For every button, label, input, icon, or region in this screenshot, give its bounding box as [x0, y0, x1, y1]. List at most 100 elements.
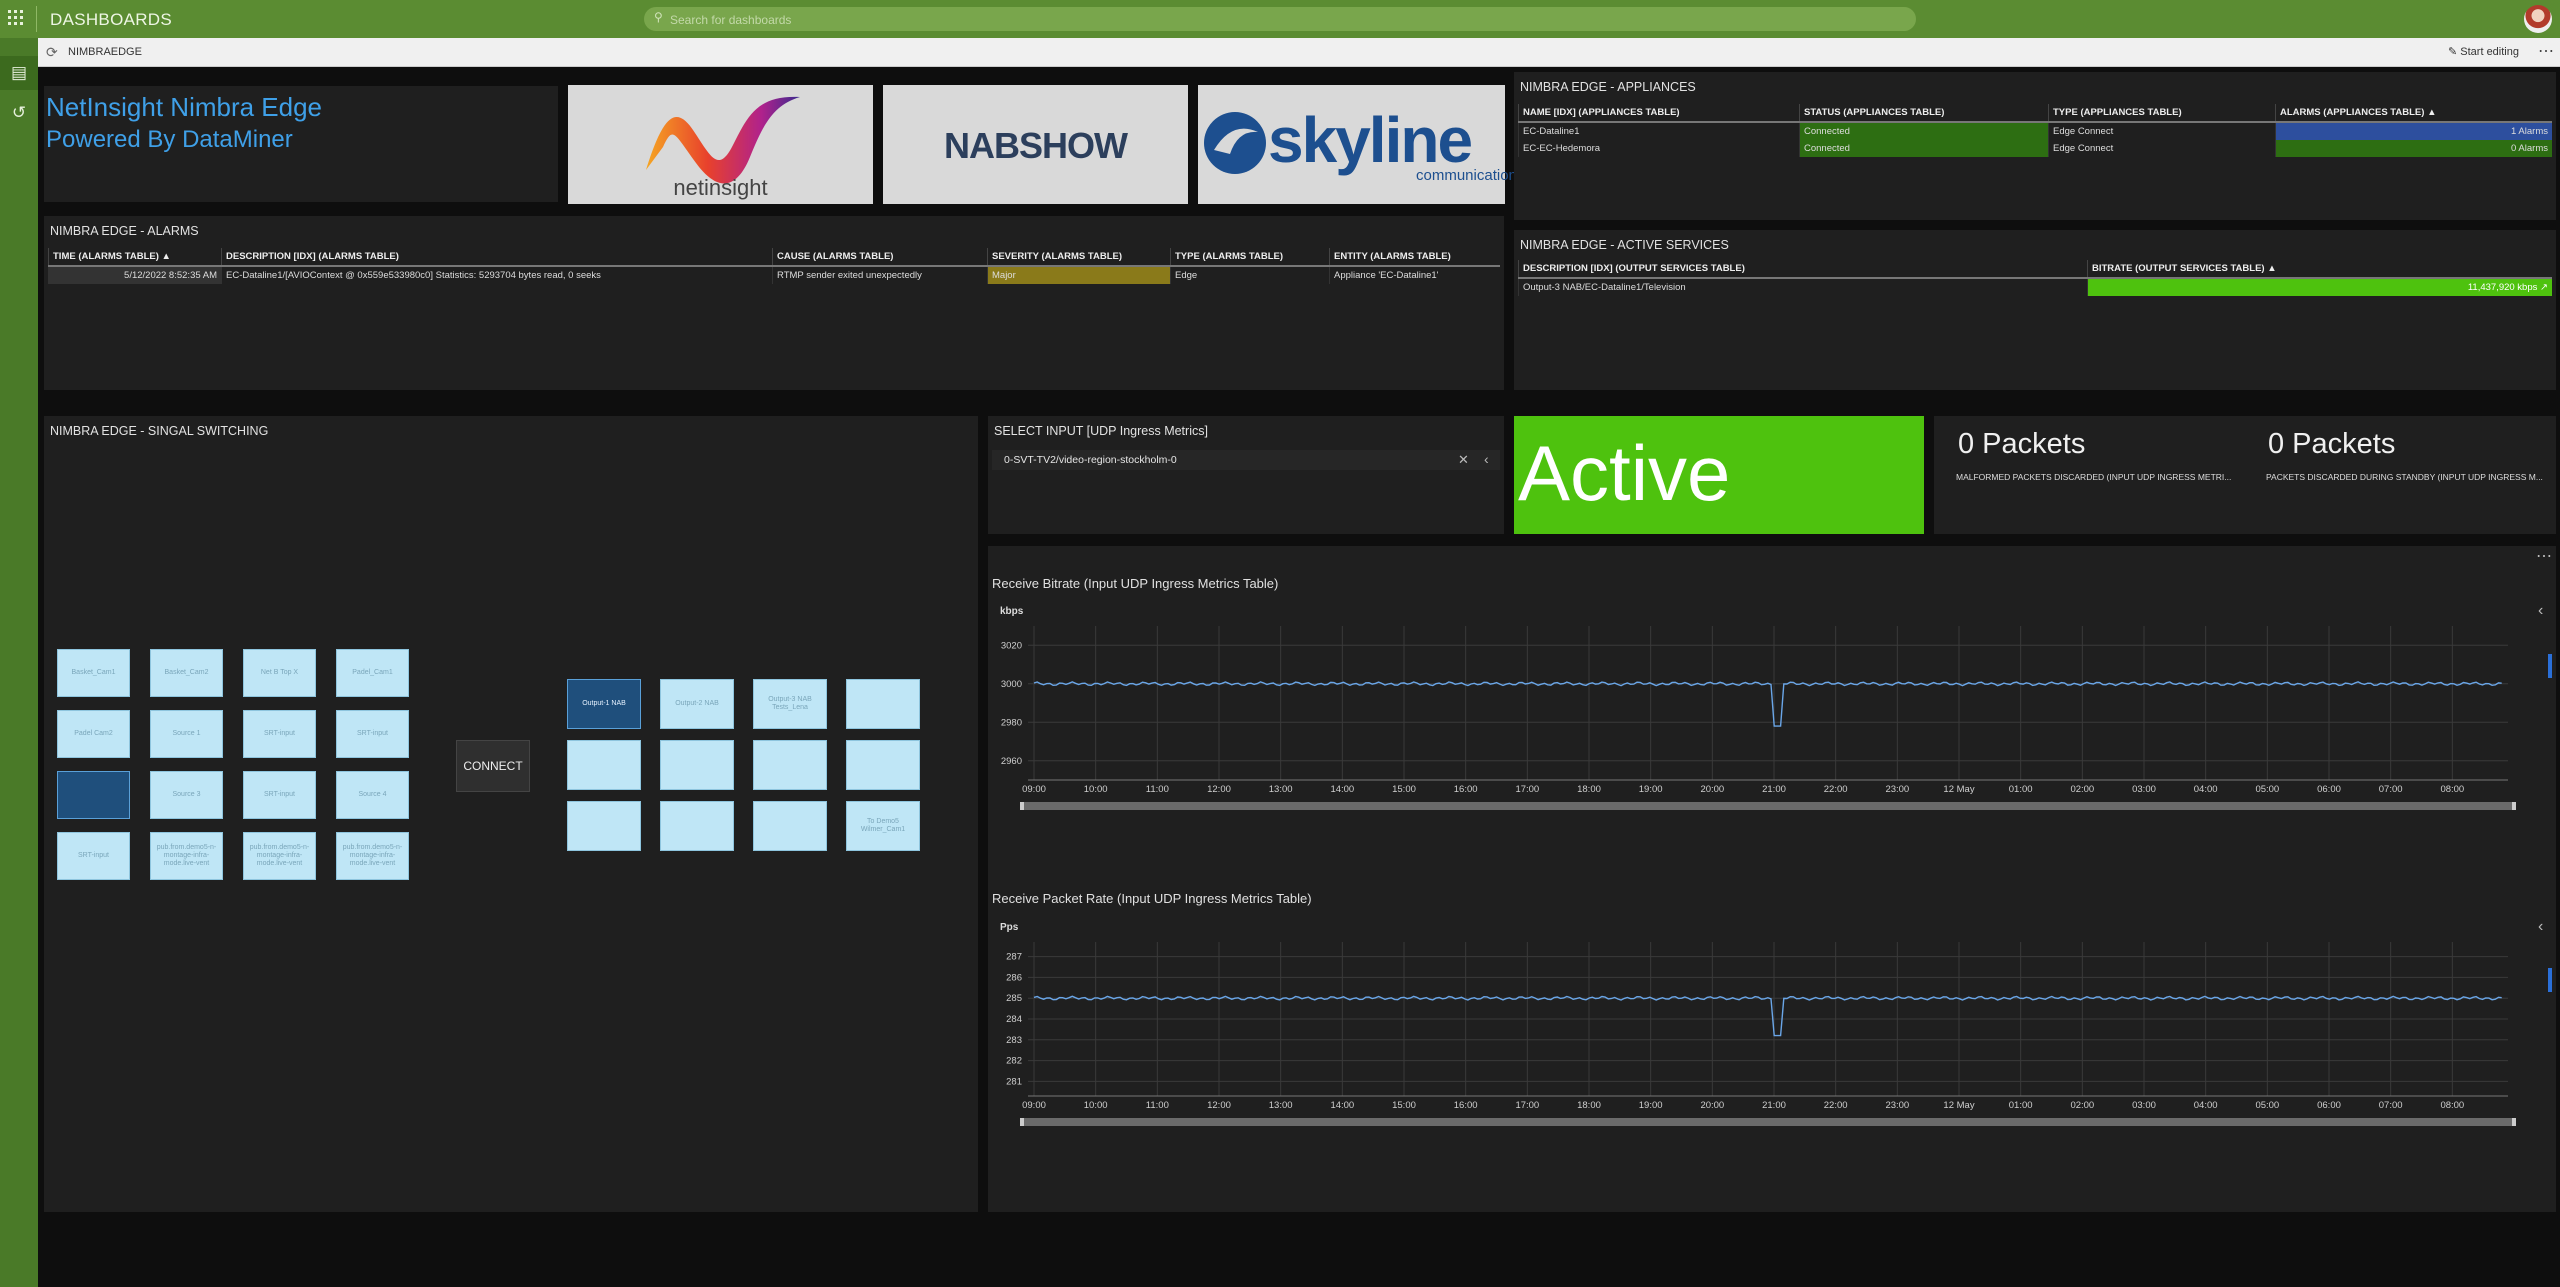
page-title: NetInsight Nimbra Edge [46, 92, 323, 122]
skyline-text: skyline [1268, 104, 1473, 176]
apps-grid-icon[interactable] [8, 10, 24, 26]
input-tile[interactable]: SRT-input [57, 832, 130, 880]
output-tile[interactable]: To Demo5 Wilmer_Cam1 [846, 801, 920, 851]
services-col-description[interactable]: DESCRIPTION [IDX] (OUTPUT SERVICES TABLE… [1518, 260, 2088, 279]
x-tick-label: 19:00 [1639, 784, 1663, 795]
table-row[interactable]: EC-EC-Hedemora Connected Edge Connect 0 … [1518, 140, 2552, 157]
input-tile[interactable]: Basket_Cam2 [150, 649, 223, 697]
legend-handle[interactable] [2548, 968, 2552, 992]
output-tile[interactable]: Output-2 NAB [660, 679, 734, 729]
input-tile[interactable]: pub.from.demo5-n-montage-infra-mode.live… [243, 832, 316, 880]
dashboards-nav-icon[interactable]: ▤ [0, 56, 38, 90]
history-nav-icon[interactable]: ↺ [0, 96, 38, 130]
clear-icon[interactable]: ✕ [1458, 452, 1469, 468]
input-tile[interactable]: Padel_Cam1 [336, 649, 409, 697]
range-handle-right [2512, 802, 2516, 810]
select-input-panel: SELECT INPUT [UDP Ingress Metrics] 0-SVT… [988, 416, 1504, 534]
input-tile[interactable]: Source 3 [150, 771, 223, 819]
output-tile[interactable] [753, 801, 827, 851]
appliances-title: NIMBRA EDGE - APPLIANCES [1520, 80, 1696, 94]
start-editing-button[interactable]: ✎ Start editing [2448, 45, 2519, 58]
charts-panel: ⋯ Receive Bitrate (Input UDP Ingress Met… [988, 546, 2556, 1212]
alarm-severity: Major [987, 266, 1171, 284]
input-tile[interactable]: Net B Top X [243, 649, 316, 697]
x-tick-label: 15:00 [1392, 784, 1416, 795]
alarms-col-severity[interactable]: SEVERITY (ALARMS TABLE) [987, 248, 1171, 267]
x-tick-label: 20:00 [1700, 784, 1724, 795]
bitrate-y-unit: kbps [1000, 606, 1024, 617]
packets-panel: 0 Packets MALFORMED PACKETS DISCARDED (I… [1934, 416, 2556, 534]
input-dropdown[interactable]: 0-SVT-TV2/video-region-stockholm-0 ✕ ‹ [992, 450, 1500, 470]
select-input-title: SELECT INPUT [UDP Ingress Metrics] [994, 424, 1208, 438]
output-tile[interactable] [567, 801, 641, 851]
output-tile[interactable] [660, 740, 734, 790]
refresh-icon[interactable]: ⟳ [46, 44, 58, 61]
legend-handle[interactable] [2548, 654, 2552, 678]
x-tick-label: 13:00 [1269, 1100, 1293, 1111]
alarms-col-type[interactable]: TYPE (ALARMS TABLE) [1170, 248, 1330, 267]
bitrate-chart-title: Receive Bitrate (Input UDP Ingress Metri… [992, 576, 1279, 591]
input-tile[interactable]: pub.from.demo5-n-montage-infra-mode.live… [336, 832, 409, 880]
input-tile[interactable]: Source 1 [150, 710, 223, 758]
trend-chart-icon[interactable]: ↗ [2540, 282, 2548, 293]
alarm-entity: Appliance 'EC-Dataline1' [1329, 266, 1500, 284]
output-tile[interactable] [660, 801, 734, 851]
series-line [1033, 995, 2502, 1037]
nabshow-text: NABSHOW [944, 125, 1128, 166]
packet-rate-chart[interactable]: 09:00 10:00 11:00 12:00 13:00 14:00 15:00 16:00… [988, 934, 2548, 1126]
search-icon: ⚲ [654, 10, 663, 24]
appliance-type: Edge Connect [2048, 140, 2276, 157]
bitrate-chart[interactable]: 09:00 10:00 11:00 12:00 13:00 14:00 15:00 16:00… [988, 618, 2548, 810]
more-options-icon[interactable]: ⋯ [2538, 41, 2554, 61]
alarms-col-entity[interactable]: ENTITY (ALARMS TABLE) [1329, 248, 1500, 267]
x-tick-label: 17:00 [1515, 784, 1539, 795]
y-tick-label: 2980 [1001, 717, 1022, 728]
services-col-bitrate[interactable]: BITRATE (OUTPUT SERVICES TABLE) ▲ [2087, 260, 2552, 279]
x-tick-label: 12 May [1943, 784, 1974, 795]
top-bar: DASHBOARDS ⚲ [0, 0, 2560, 38]
input-tile[interactable]: SRT-input [336, 710, 409, 758]
output-tile[interactable]: Output-1 NAB [567, 679, 641, 729]
input-tile[interactable]: pub.from.demo5-n-montage-infra-mode.live… [150, 832, 223, 880]
x-tick-label: 16:00 [1454, 784, 1478, 795]
x-tick-label: 14:00 [1330, 1100, 1354, 1111]
output-tile[interactable] [567, 740, 641, 790]
appliances-col-name[interactable]: NAME [IDX] (APPLIANCES TABLE) [1518, 104, 1800, 123]
x-tick-label: 16:00 [1454, 1100, 1478, 1111]
connect-button[interactable]: CONNECT [456, 740, 530, 792]
input-tile[interactable]: Padel Cam2 [57, 710, 130, 758]
chevron-left-icon[interactable]: ‹ [1484, 451, 1489, 467]
x-tick-label: 08:00 [2440, 1100, 2464, 1111]
output-tile[interactable] [846, 740, 920, 790]
switching-title: NIMBRA EDGE - SINGAL SWITCHING [50, 424, 269, 438]
search-input[interactable] [668, 10, 1872, 30]
output-tile[interactable]: Output-3 NAB Tests_Lena [753, 679, 827, 729]
input-tile[interactable] [57, 771, 130, 819]
x-tick-label: 03:00 [2132, 1100, 2156, 1111]
alarms-col-time[interactable]: TIME (ALARMS TABLE) ▲ [48, 248, 222, 267]
appliances-col-type[interactable]: TYPE (APPLIANCES TABLE) [2048, 104, 2276, 123]
input-tile[interactable]: SRT-input [243, 710, 316, 758]
appliances-col-alarms[interactable]: ALARMS (APPLIANCES TABLE) ▲ [2275, 104, 2552, 123]
output-tile[interactable] [846, 679, 920, 729]
x-tick-label: 05:00 [2255, 784, 2279, 795]
x-tick-label: 19:00 [1639, 1100, 1663, 1111]
input-tile[interactable]: SRT-input [243, 771, 316, 819]
input-tile[interactable]: Source 4 [336, 771, 409, 819]
netinsight-logo: netinsight [568, 85, 873, 204]
input-tile[interactable]: Basket_Cam1 [57, 649, 130, 697]
table-row[interactable]: EC-Dataline1 Connected Edge Connect 1 Al… [1518, 122, 2552, 140]
search-box[interactable]: ⚲ [644, 7, 1916, 31]
table-row[interactable]: 5/12/2022 8:52:35 AM EC-Dataline1/[AVIOC… [48, 266, 1500, 284]
alarms-col-description[interactable]: DESCRIPTION [IDX] (ALARMS TABLE) [221, 248, 773, 267]
breadcrumb: NIMBRAEDGE [68, 46, 142, 58]
appliance-alarms: 1 Alarms [2275, 122, 2552, 140]
table-row[interactable]: Output-3 NAB/EC-Dataline1/Television 11,… [1518, 278, 2552, 296]
appliances-col-status[interactable]: STATUS (APPLIANCES TABLE) [1799, 104, 2049, 123]
malformed-value: 0 Packets [1958, 428, 2086, 460]
appliances-table: NAME [IDX] (APPLIANCES TABLE) STATUS (AP… [1518, 104, 2552, 157]
chart-more-icon[interactable]: ⋯ [2536, 546, 2552, 566]
output-tile[interactable] [753, 740, 827, 790]
alarms-col-cause[interactable]: CAUSE (ALARMS TABLE) [772, 248, 988, 267]
avatar[interactable] [2524, 5, 2552, 33]
